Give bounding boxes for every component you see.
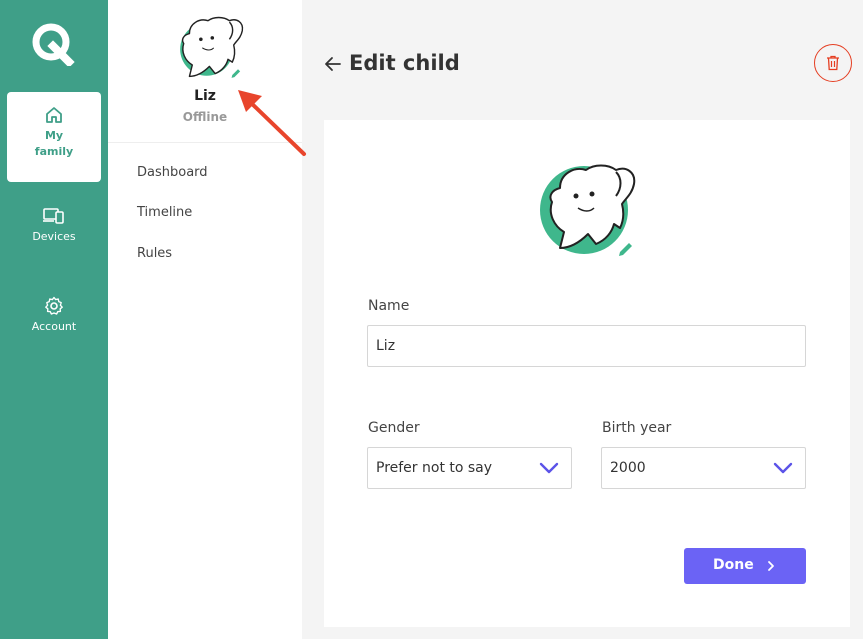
chevron-down-icon xyxy=(539,462,559,474)
child-avatar-large[interactable] xyxy=(530,158,642,264)
gear-icon xyxy=(45,296,63,315)
nav-my-family[interactable]: My family xyxy=(7,92,101,182)
chevron-right-icon xyxy=(768,561,774,571)
child-name: Liz xyxy=(194,88,216,104)
done-button[interactable]: Done xyxy=(684,548,806,584)
child-status: Offline xyxy=(182,110,228,124)
nav-my-family-label-2: family xyxy=(34,145,74,158)
logo xyxy=(32,23,75,66)
home-icon xyxy=(46,107,62,123)
gender-value: Prefer not to say xyxy=(376,460,493,476)
done-label: Done xyxy=(713,557,754,573)
nav-account[interactable]: Account xyxy=(7,296,101,344)
child-panel: Liz Offline Dashboard Timeline Rules xyxy=(108,0,302,639)
birth-year-select[interactable]: 2000 xyxy=(601,447,806,489)
delete-child-button[interactable] xyxy=(814,44,852,82)
birth-year-value: 2000 xyxy=(610,460,646,476)
main-content: Edit child Name Liz Gender Prefer not to… xyxy=(302,0,863,639)
page-title: Edit child xyxy=(349,51,460,75)
child-avatar[interactable] xyxy=(168,10,248,90)
devices-icon xyxy=(43,208,64,224)
edit-child-card: Name Liz Gender Prefer not to say Birth … xyxy=(324,120,850,627)
menu-rules[interactable]: Rules xyxy=(137,246,172,261)
nav-account-label: Account xyxy=(31,320,77,333)
name-label: Name xyxy=(368,298,410,314)
back-arrow-icon[interactable] xyxy=(324,54,342,74)
birth-year-label: Birth year xyxy=(602,420,672,436)
trash-icon xyxy=(827,55,839,71)
gender-label: Gender xyxy=(368,420,420,436)
gender-select[interactable]: Prefer not to say xyxy=(367,447,572,489)
menu-dashboard[interactable]: Dashboard xyxy=(137,165,208,180)
divider xyxy=(108,142,302,143)
name-input[interactable]: Liz xyxy=(367,325,806,367)
nav-devices-label: Devices xyxy=(32,230,76,243)
chevron-down-icon xyxy=(773,462,793,474)
nav-my-family-label-1: My xyxy=(44,129,64,142)
menu-timeline[interactable]: Timeline xyxy=(137,205,192,220)
nav-devices[interactable]: Devices xyxy=(7,206,101,254)
app-sidebar: My family Devices Account xyxy=(0,0,108,639)
